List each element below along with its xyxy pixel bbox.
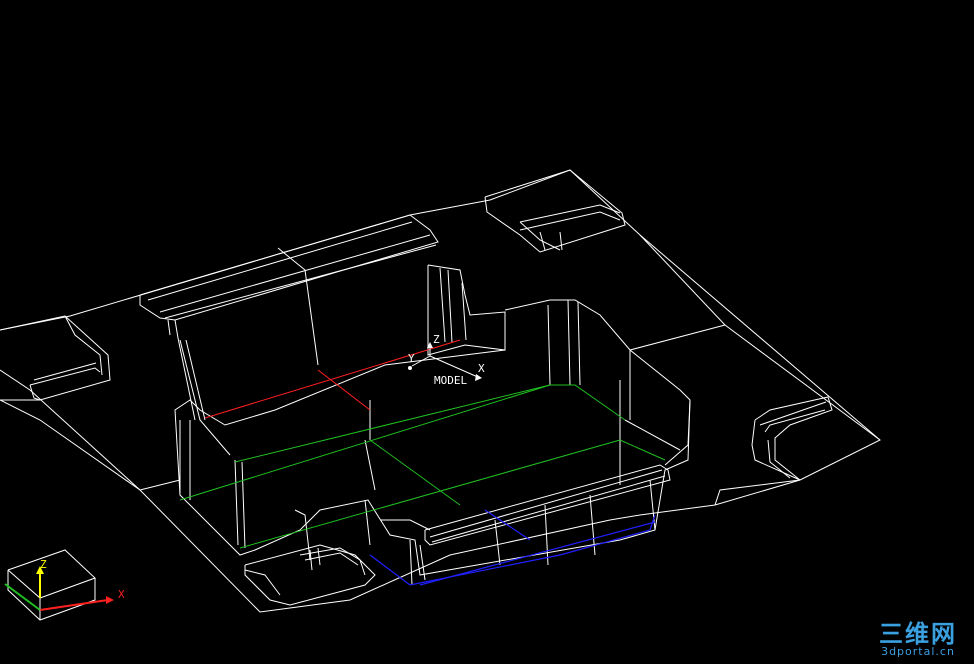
model-triad: Z Y X MODEL	[408, 333, 485, 387]
top-boss-wireframe	[484, 169, 626, 253]
right-boss-wireframe	[751, 396, 833, 481]
watermark-subtitle: 3dportal.cn	[881, 645, 955, 658]
cube-y-axis	[4, 583, 41, 611]
model-axis-x-label: X	[478, 362, 485, 375]
cube-axis-x-label: X	[118, 588, 125, 601]
cube-x-arrow-icon	[106, 596, 114, 604]
cad-viewport[interactable]: Z Y X MODEL Z X 三维网 3dportal.cn	[0, 0, 974, 664]
back-wall-wireframe	[139, 214, 439, 456]
y-arrow-icon	[408, 366, 412, 370]
x-arrow-icon	[475, 374, 482, 381]
base-plate-wireframe	[0, 169, 881, 613]
model-axis-z-label: Z	[433, 333, 440, 346]
orientation-cube[interactable]: Z X	[4, 549, 125, 621]
front-lip-wireframe	[380, 464, 671, 586]
wireframe-canvas[interactable]: Z Y X MODEL Z X	[0, 0, 974, 664]
left-boss-wireframe	[0, 315, 111, 401]
watermark-logo: 三维网 3dportal.cn	[870, 622, 966, 658]
model-label: MODEL	[434, 374, 467, 387]
highlighted-edges	[179, 339, 666, 586]
cube-x-axis	[39, 599, 109, 611]
front-boss-wireframe	[244, 544, 376, 606]
cube-axis-z-label: Z	[40, 558, 47, 571]
watermark-title: 三维网	[879, 620, 957, 648]
model-axis-y-label: Y	[408, 352, 415, 365]
